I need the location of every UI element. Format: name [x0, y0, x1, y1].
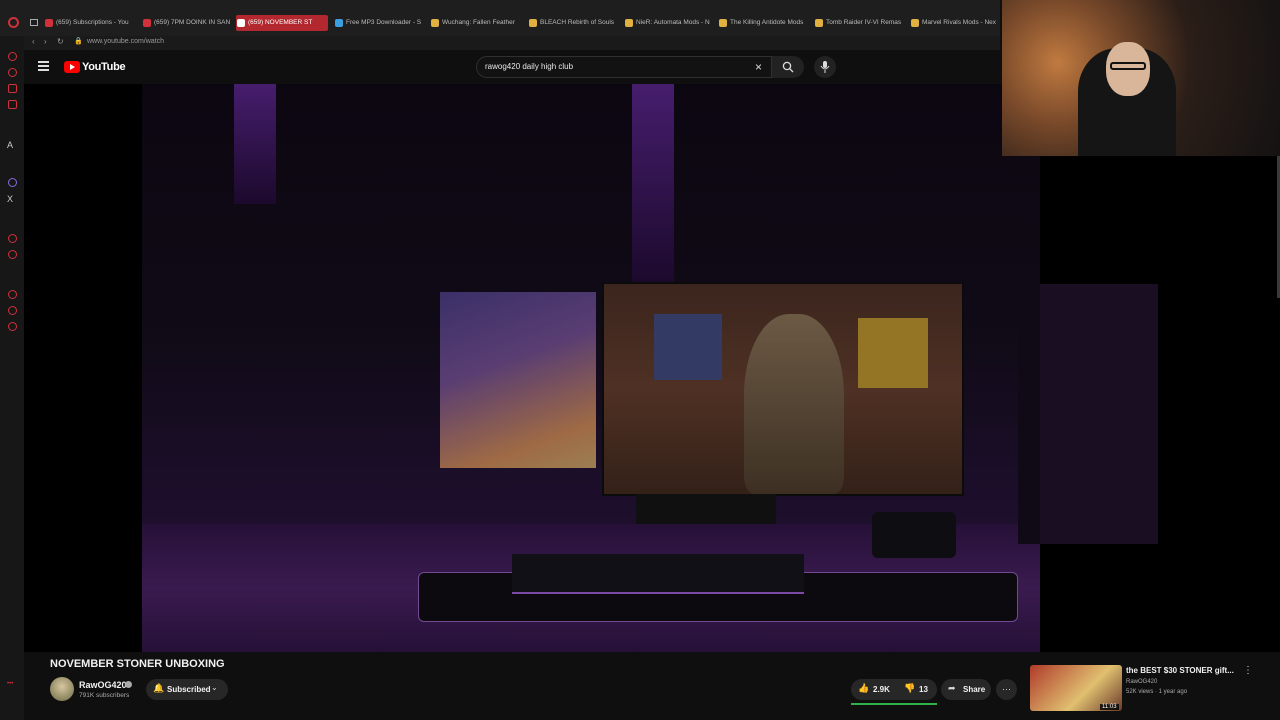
lock-icon: 🔒 [74, 38, 83, 45]
address-bar-row [24, 36, 1000, 50]
like-count: 2.9K [873, 685, 890, 694]
recommended-meta: 52K views · 1 year ago [1126, 689, 1188, 695]
reload-icon[interactable]: ↻ [57, 37, 64, 46]
tab-label: (659) NOVEMBER ST [248, 19, 313, 26]
nexus-favicon-icon [815, 19, 823, 27]
download-favicon-icon [335, 19, 343, 27]
tab-list-icon[interactable] [30, 19, 38, 26]
kebab-menu-icon[interactable]: ⋮ [1243, 665, 1253, 676]
tab-label: Wuchang: Fallen Feather [442, 19, 515, 26]
channel-name[interactable]: RawOG420 [79, 680, 127, 690]
browser-tab[interactable]: BLEACH Rebirth of Souls [528, 15, 618, 31]
glasses [1110, 62, 1146, 70]
nexus-favicon-icon [431, 19, 439, 27]
youtube-favicon-icon [45, 19, 53, 27]
sidebar-app-icon[interactable] [8, 100, 17, 109]
tab-label: (659) Subscriptions - You [56, 19, 129, 26]
subscribed-label: Subscribed [167, 685, 211, 694]
video-player[interactable] [24, 84, 1158, 652]
tab-label: NieR: Automata Mods - N [636, 19, 710, 26]
search-button[interactable] [772, 56, 804, 78]
hamburger-menu-icon[interactable] [38, 61, 49, 71]
browser-tab[interactable]: NieR: Automata Mods - N [624, 15, 712, 31]
nexus-favicon-icon [911, 19, 919, 27]
sidebar-app-icon[interactable] [8, 84, 17, 93]
sidebar-app-icon[interactable] [8, 68, 17, 77]
youtube-logo-text[interactable]: YouTube [82, 61, 126, 73]
browser-tab[interactable]: The Killing Antidote Mods [718, 15, 808, 31]
channel-avatar[interactable] [50, 677, 74, 701]
recommended-video-title[interactable]: the BEST $30 STONER gift... [1126, 666, 1234, 675]
subscriber-count: 791K subscribers [79, 692, 130, 699]
like-ratio-bar [851, 703, 937, 705]
tab-label: Tomb Raider IV-VI Remas [826, 19, 902, 26]
browser-tab[interactable]: Free MP3 Downloader - S [334, 15, 424, 31]
opera-logo-icon[interactable] [8, 17, 19, 28]
webcam-overlay [1002, 0, 1280, 156]
back-icon[interactable]: ‹ [32, 37, 35, 46]
nexus-favicon-icon [719, 19, 727, 27]
sidebar-app-icon[interactable] [8, 52, 17, 61]
messenger-icon[interactable] [8, 178, 17, 187]
video-dim-overlay [142, 84, 1040, 652]
browser-tab[interactable]: (659) 7PM DOINK IN SAN [142, 15, 232, 31]
browser-tab[interactable]: Tomb Raider IV-VI Remas [814, 15, 904, 31]
youtube-favicon-icon [143, 19, 151, 27]
x-twitter-icon[interactable]: X [7, 194, 13, 204]
like-button[interactable]: 👍 [858, 683, 869, 694]
tab-label: Free MP3 Downloader - S [346, 19, 422, 26]
browser-tab[interactable]: Wuchang: Fallen Feather [430, 15, 520, 31]
verified-icon [125, 681, 132, 688]
player-icon[interactable] [8, 250, 17, 259]
tab-label: (659) 7PM DOINK IN SAN [154, 19, 231, 26]
settings-icon[interactable] [8, 322, 17, 331]
video-frame-scene [142, 84, 1158, 652]
nexus-favicon-icon [625, 19, 633, 27]
chevron-down-icon: ⌄ [211, 683, 218, 692]
voice-search-button[interactable] [814, 56, 836, 78]
address-url[interactable]: www.youtube.com/watch [87, 38, 164, 45]
right-dark-panel [1158, 156, 1280, 652]
video-duration: 11:03 [1100, 704, 1119, 710]
youtube-logo-icon[interactable] [64, 61, 80, 73]
nexus-favicon-icon [529, 19, 537, 27]
forward-icon[interactable]: › [44, 37, 47, 46]
youtube-favicon-icon [237, 19, 245, 27]
browser-tab[interactable]: (659) Subscriptions - You [44, 15, 134, 31]
more-icon[interactable]: ••• [7, 681, 13, 687]
share-label: Share [963, 685, 986, 694]
share-icon: ➦ [948, 683, 956, 693]
search-icon [782, 61, 794, 73]
sidebar-app-icon[interactable] [8, 306, 17, 315]
dislike-count: 13 [919, 685, 928, 694]
search-input[interactable]: rawog420 daily high club [485, 62, 573, 71]
more-actions-button[interactable]: ··· [996, 679, 1017, 700]
history-icon[interactable] [8, 290, 17, 299]
tab-label: Marvel Rivals Mods - Nex [922, 19, 997, 26]
tab-label: BLEACH Rebirth of Souls [540, 19, 615, 26]
video-title: NOVEMBER STONER UNBOXING [50, 658, 225, 670]
browser-tab-active[interactable]: (659) NOVEMBER ST [236, 15, 328, 31]
bell-icon: 🔔 [153, 683, 165, 693]
browser-sidebar: A X ••• [0, 36, 24, 720]
dislike-button[interactable]: 👎 [904, 683, 915, 694]
browser-tab[interactable]: Marvel Rivals Mods - Nex [910, 15, 998, 31]
browser-tab-bar: (659) Subscriptions - You (659) 7PM DOIN… [0, 0, 1000, 36]
recommended-channel[interactable]: RawOG420 [1126, 679, 1157, 685]
aria-ai-icon[interactable]: A [7, 140, 13, 150]
microphone-icon [820, 61, 830, 73]
tab-label: The Killing Antidote Mods [730, 19, 804, 26]
clear-search-icon[interactable]: × [755, 61, 762, 73]
sidebar-app-icon[interactable] [8, 234, 17, 243]
